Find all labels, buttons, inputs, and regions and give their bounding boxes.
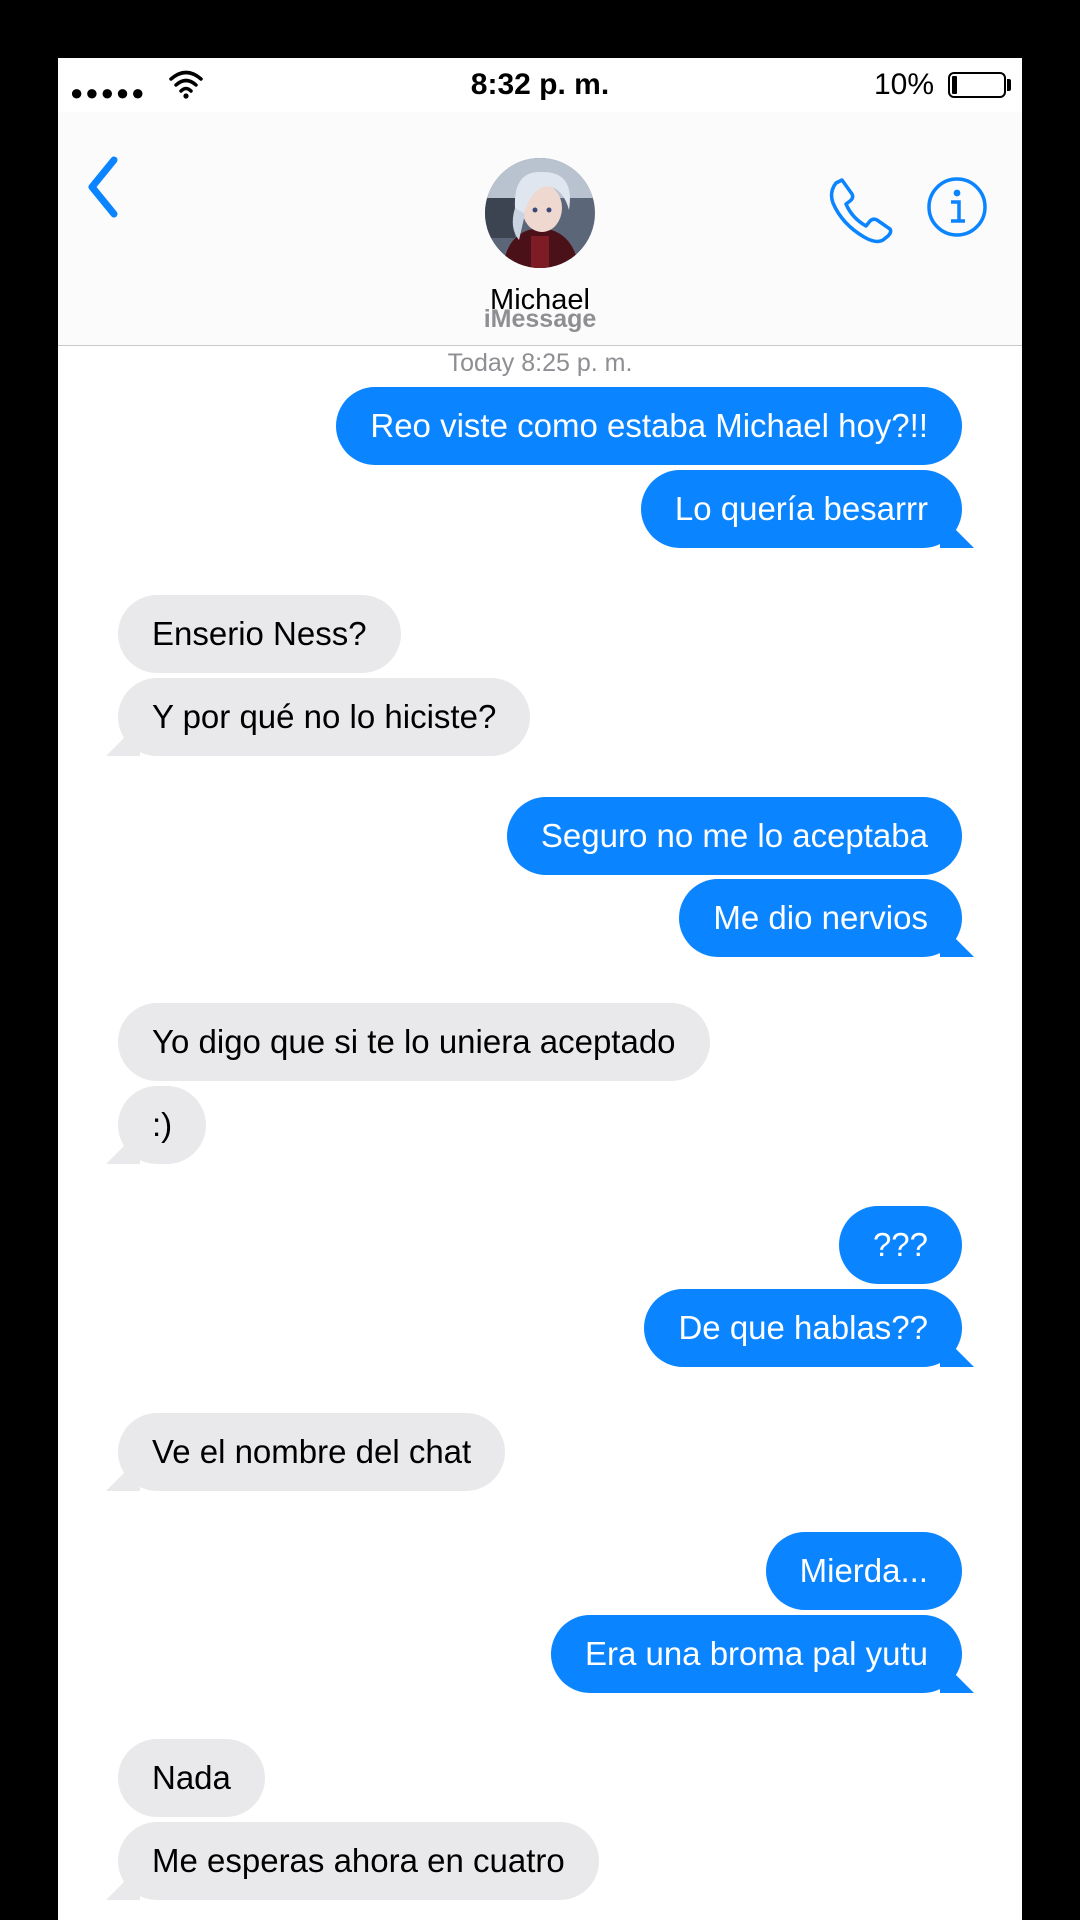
message-bubble-received[interactable]: Y por qué no lo hiciste? [118,678,531,756]
phone-icon [829,178,893,244]
message-bubble-sent[interactable]: ??? [838,1206,962,1284]
info-button[interactable] [926,176,988,238]
battery-tip [1007,79,1011,91]
battery-icon [948,72,1006,98]
message-bubble-received[interactable]: Yo digo que si te lo uniera aceptado [118,1003,710,1081]
message-bubble-sent[interactable]: De que hablas?? [644,1289,962,1367]
back-button[interactable] [78,152,128,222]
message-bubble-sent[interactable]: Reo viste como estaba Michael hoy?!! [336,387,962,465]
battery-level-fill [952,76,957,94]
conversation-timestamp: Today 8:25 p. m. [447,349,633,377]
battery-percentage: 10% [873,68,934,101]
message-bubble-sent[interactable]: Me dio nervios [679,879,962,957]
avatar-image [485,158,595,268]
message-bubble-sent[interactable]: Lo quería besarrr [640,470,962,548]
message-bubble-received[interactable]: :) [118,1086,207,1164]
chevron-left-icon [88,156,118,218]
contact-avatar[interactable] [485,158,595,268]
phone-screen: ●●●●● 8:32 p. m. 10% Michael iMessage To… [58,58,1022,1920]
service-label: iMessage [483,305,597,333]
call-button[interactable] [826,174,896,244]
message-bubble-sent[interactable]: Seguro no me lo aceptaba [506,797,962,875]
message-bubble-received[interactable]: Nada [118,1739,265,1817]
message-bubble-received[interactable]: Ve el nombre del chat [118,1413,506,1491]
message-bubble-received[interactable]: Enserio Ness? [118,595,401,673]
info-icon [927,177,987,237]
message-bubble-received[interactable]: Me esperas ahora en cuatro [118,1822,599,1900]
status-bar: ●●●●● 8:32 p. m. 10% [58,58,1022,112]
message-bubble-sent[interactable]: Mierda... [765,1532,962,1610]
message-bubble-sent[interactable]: Era una broma pal yutu [550,1615,962,1693]
